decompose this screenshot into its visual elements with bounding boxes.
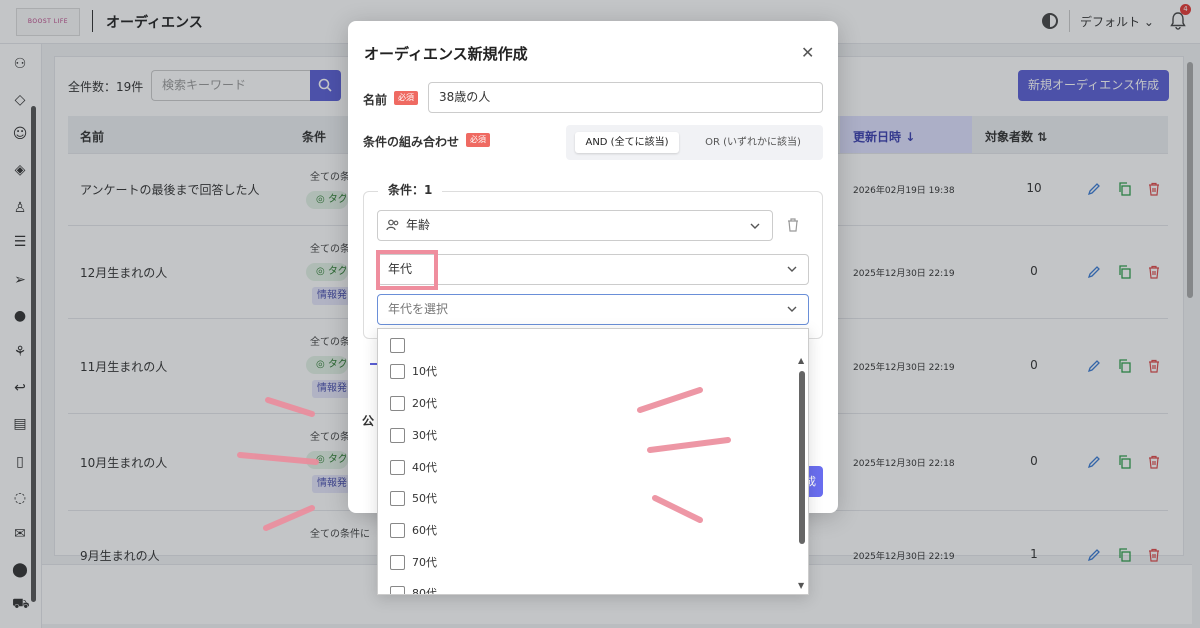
annotation-marks <box>237 387 731 531</box>
